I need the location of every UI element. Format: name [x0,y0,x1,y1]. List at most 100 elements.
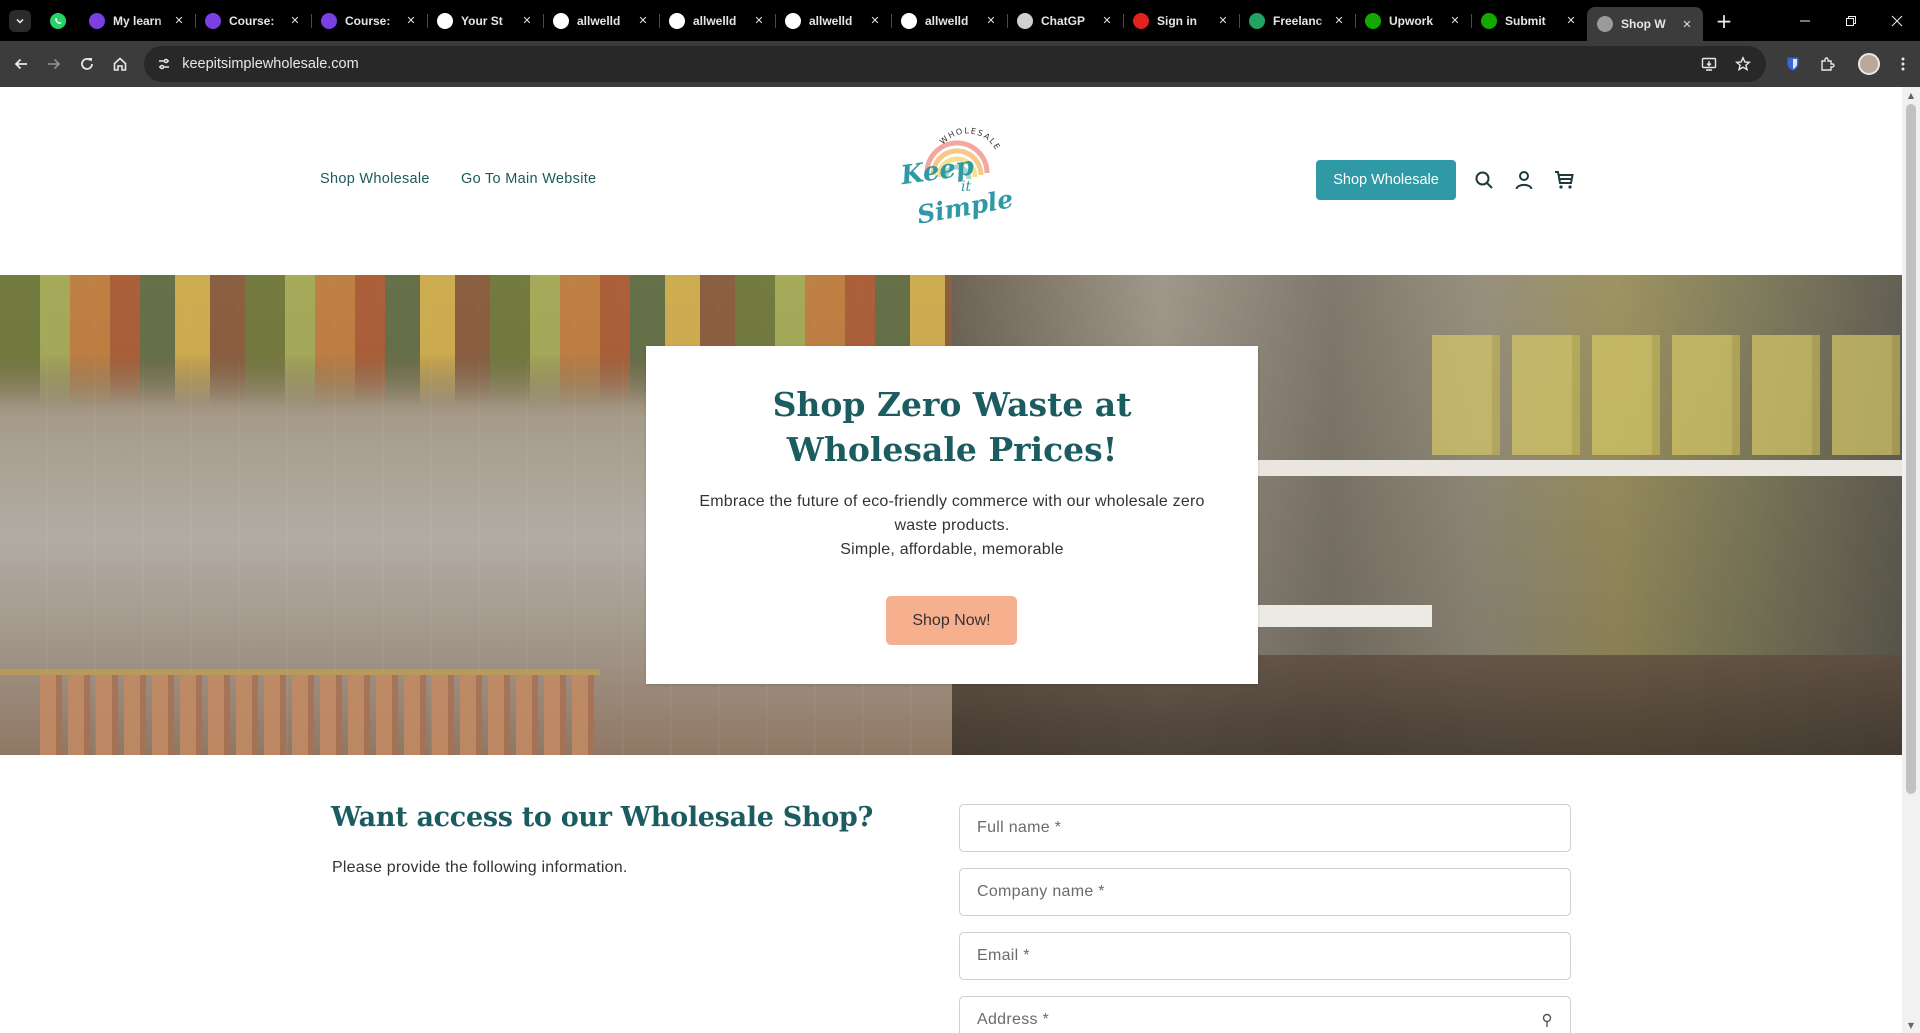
cart-button[interactable] [1552,168,1576,192]
browser-tab-strip: My learn ✕ Course: ✕ Course: ✕ Your St ✕ allwell… [0,0,1920,41]
url-text[interactable]: keepitsimplewholesale.com [182,56,1692,72]
reload-icon [80,58,93,70]
nav-main-website[interactable]: Go To Main Website [461,171,596,187]
hero-card: Shop Zero Waste at Wholesale Prices! Emb… [646,346,1258,684]
tab-favicon-icon [1597,16,1613,32]
forward-button[interactable] [37,47,70,81]
email-field[interactable] [959,932,1571,980]
tab-close-icon[interactable]: ✕ [751,13,767,29]
browser-tab[interactable]: Sign in ✕ [1123,6,1239,36]
minimize-icon [1800,20,1810,21]
company-name-field[interactable] [959,868,1571,916]
site-info-icon[interactable] [156,56,172,72]
tab-search-button[interactable] [9,9,31,32]
email-input[interactable] [977,933,1570,979]
address-bar[interactable]: keepitsimplewholesale.com [144,46,1766,82]
location-pin-icon[interactable] [1538,1011,1556,1029]
profile-button[interactable] [1852,47,1886,81]
tab-favicon-icon [205,12,221,29]
tab-close-icon[interactable]: ✕ [1099,13,1115,29]
tab-close-icon[interactable]: ✕ [1563,13,1579,29]
browser-toolbar: keepitsimplewholesale.com [0,41,1920,87]
browser-tab[interactable]: Freelanc ✕ [1239,6,1355,36]
tab-favicon-icon [321,12,337,29]
browser-tab[interactable]: Submit ✕ [1471,6,1587,36]
tab-favicon-icon [437,12,453,29]
scroll-up-arrow[interactable]: ▲ [1902,88,1920,102]
tab-title: Sign in [1157,13,1197,28]
browser-tab[interactable]: Course: ✕ [195,6,311,36]
tab-favicon-icon [89,12,105,29]
access-section-subtitle: Please provide the following information… [332,859,628,876]
shield-icon [1787,57,1799,71]
tab-close-icon[interactable]: ✕ [519,13,535,29]
close-icon [1891,15,1903,26]
tab-favicon-icon [669,12,685,29]
browser-tab[interactable]: Upwork ✕ [1355,6,1471,36]
bitwarden-extension-button[interactable] [1776,47,1810,81]
browser-tab[interactable]: allwelld ✕ [891,6,1007,36]
tab-title: allwelld [809,13,853,28]
bookmark-button[interactable] [1726,47,1760,81]
tab-favicon-icon [785,12,801,29]
nav-shop-wholesale[interactable]: Shop Wholesale [320,171,430,187]
browser-tab[interactable]: allwelld ✕ [543,6,659,36]
tab-close-icon[interactable]: ✕ [867,13,883,29]
tab-close-icon[interactable]: ✕ [1447,13,1463,29]
tab-title: ChatGP [1041,13,1086,28]
browser-tab[interactable]: allwelld ✕ [775,6,891,36]
tab-favicon-icon [1249,12,1265,29]
tab-title: allwelld [577,13,621,28]
browser-tab[interactable]: allwelld ✕ [659,6,775,36]
reload-button[interactable] [70,47,103,81]
install-app-button[interactable] [1692,47,1726,81]
restore-button[interactable] [1828,0,1874,41]
scroll-down-arrow[interactable]: ▼ [1902,1018,1920,1032]
minimize-button[interactable] [1782,0,1828,41]
close-window-button[interactable] [1874,0,1920,41]
search-button[interactable] [1472,168,1496,192]
tab-close-icon[interactable]: ✕ [1679,16,1695,32]
browser-tab[interactable]: My learn ✕ [79,6,195,36]
tab-title: Upwork [1389,13,1434,28]
tab-close-icon[interactable]: ✕ [1331,13,1347,29]
access-section-title: Want access to our Wholesale Shop? [331,802,874,833]
new-tab-button[interactable]: + [1709,6,1739,36]
company-name-input[interactable] [977,869,1570,915]
account-button[interactable] [1512,168,1536,192]
address-input[interactable] [977,997,1570,1033]
extensions-button[interactable] [1810,47,1844,81]
pinned-tab-whatsapp[interactable] [37,6,79,36]
browser-menu-button[interactable] [1886,47,1920,81]
tab-favicon-icon [1481,12,1497,29]
tab-title: Course: [345,13,391,28]
tab-close-icon[interactable]: ✕ [1215,13,1231,29]
address-field[interactable] [959,996,1571,1033]
shop-wholesale-button[interactable]: Shop Wholesale [1316,160,1456,200]
arrow-left-icon [14,58,27,70]
puzzle-icon [1821,57,1835,71]
browser-tab[interactable]: Your St ✕ [427,6,543,36]
tab-close-icon[interactable]: ✕ [287,13,303,29]
hero-banner: Shop Zero Waste at Wholesale Prices! Emb… [0,275,1902,755]
page-scrollbar[interactable]: ▲ ▼ [1902,87,1920,1033]
tab-close-icon[interactable]: ✕ [635,13,651,29]
tab-close-icon[interactable]: ✕ [403,13,419,29]
shop-now-button[interactable]: Shop Now! [886,596,1017,645]
chevron-down-icon [16,18,24,24]
browser-tab[interactable]: Shop W ✕ [1587,7,1703,41]
back-button[interactable] [4,47,37,81]
browser-tab[interactable]: ChatGP ✕ [1007,6,1123,36]
site-logo[interactable]: WHOLESALE Keep it Simple [895,119,1015,239]
tab-title: Freelanc [1273,13,1323,28]
tab-title: allwelld [925,13,969,28]
browser-tab[interactable]: Course: ✕ [311,6,427,36]
home-button[interactable] [103,47,136,81]
full-name-field[interactable] [959,804,1571,852]
full-name-input[interactable] [977,805,1570,851]
scrollbar-thumb[interactable] [1906,104,1916,794]
whatsapp-icon [50,12,66,29]
tab-close-icon[interactable]: ✕ [171,13,187,29]
home-icon [113,57,126,71]
tab-close-icon[interactable]: ✕ [983,13,999,29]
